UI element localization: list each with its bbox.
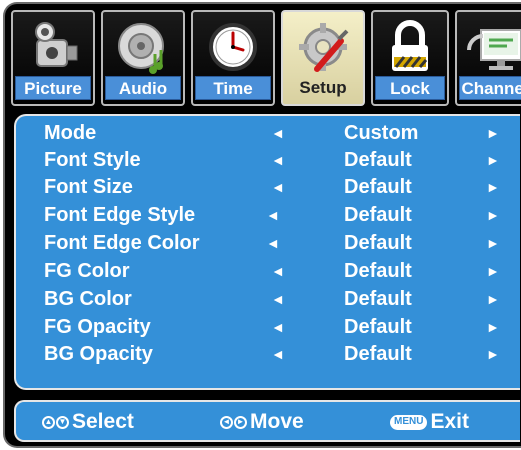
tab-label: Setup bbox=[299, 78, 347, 97]
right-arrow-icon[interactable]: ► bbox=[486, 230, 500, 257]
left-arrow-icon[interactable]: ◄ bbox=[271, 174, 285, 201]
setting-name: BG Opacity bbox=[44, 343, 153, 365]
tab-label: Channel bbox=[459, 76, 521, 100]
tab-lock[interactable]: Lock bbox=[371, 10, 449, 106]
menu-tab-bar: Picture Audio Time Setup Lock Chann bbox=[11, 10, 521, 106]
right-arrow-icon[interactable]: ► bbox=[486, 286, 500, 313]
setting-row-fg-opacity[interactable]: FG Opacity ◄ Default ► bbox=[16, 314, 521, 341]
setting-row-bg-opacity[interactable]: BG Opacity ◄ Default ► bbox=[16, 341, 521, 368]
setting-name: FG Opacity bbox=[44, 316, 151, 338]
right-arrow-icon[interactable]: ► bbox=[486, 258, 500, 285]
tab-label: Audio bbox=[105, 76, 181, 100]
setting-row-fg-color[interactable]: FG Color ◄ Default ► bbox=[16, 258, 521, 285]
help-bar: ▲ ▼ Select ◄ ► Move MENU Exit bbox=[14, 400, 520, 442]
setting-name: Font Style bbox=[44, 149, 141, 171]
help-move-label: Move bbox=[250, 410, 304, 433]
tab-picture[interactable]: Picture bbox=[11, 10, 95, 106]
tab-time[interactable]: Time bbox=[191, 10, 275, 106]
padlock-icon bbox=[380, 18, 440, 76]
right-arrow-icon[interactable]: ► bbox=[486, 341, 500, 368]
tab-label: Picture bbox=[15, 76, 91, 100]
setting-row-bg-color[interactable]: BG Color ◄ Default ► bbox=[16, 286, 521, 313]
left-arrow-icon[interactable]: ◄ bbox=[266, 230, 280, 257]
tools-icon bbox=[293, 18, 353, 76]
up-down-keys-icon: ▲ ▼ bbox=[42, 415, 70, 429]
setting-row-font-style[interactable]: Font Style ◄ Default ► bbox=[16, 147, 521, 174]
speaker-icon bbox=[113, 18, 173, 76]
left-arrow-icon[interactable]: ◄ bbox=[271, 147, 285, 174]
setting-value: Default bbox=[344, 316, 412, 338]
right-arrow-icon[interactable]: ► bbox=[486, 174, 500, 201]
setting-name: BG Color bbox=[44, 288, 132, 310]
right-arrow-icon[interactable]: ► bbox=[486, 120, 500, 147]
setting-name: Font Edge Color bbox=[44, 232, 200, 254]
satellite-monitor-icon bbox=[465, 18, 521, 76]
setting-name: Font Size bbox=[44, 176, 133, 198]
help-exit: MENU Exit bbox=[390, 402, 469, 442]
left-arrow-icon[interactable]: ◄ bbox=[271, 341, 285, 368]
right-arrow-icon[interactable]: ► bbox=[486, 147, 500, 174]
setting-value: Custom bbox=[344, 122, 419, 144]
setting-row-mode[interactable]: Mode ◄ Custom ► bbox=[16, 120, 521, 147]
setting-name: Font Edge Style bbox=[44, 204, 196, 226]
left-arrow-icon[interactable]: ◄ bbox=[271, 258, 285, 285]
setting-value: Default bbox=[344, 149, 412, 171]
setting-name: Mode bbox=[44, 122, 97, 144]
tab-setup[interactable]: Setup bbox=[281, 10, 365, 106]
left-arrow-icon[interactable]: ◄ bbox=[271, 120, 285, 147]
setting-row-font-edge-style[interactable]: Font Edge Style ◄ Default ► bbox=[16, 202, 521, 229]
setting-name: FG Color bbox=[44, 260, 130, 282]
setting-value: Default bbox=[344, 288, 412, 310]
closed-caption-settings-panel: Mode ◄ Custom ► Font Style ◄ Default ► F… bbox=[14, 114, 520, 390]
setting-value: Default bbox=[344, 343, 412, 365]
tab-label: Lock bbox=[375, 76, 445, 100]
help-move: ◄ ► Move bbox=[220, 402, 304, 442]
osd-menu-frame: Picture Audio Time Setup Lock Chann Mode… bbox=[3, 2, 521, 448]
left-arrow-icon[interactable]: ◄ bbox=[271, 314, 285, 341]
setting-value: Default bbox=[344, 204, 412, 226]
setting-value: Default bbox=[344, 176, 412, 198]
right-arrow-icon[interactable]: ► bbox=[486, 202, 500, 229]
help-select: ▲ ▼ Select bbox=[42, 402, 134, 442]
left-arrow-icon[interactable]: ◄ bbox=[271, 286, 285, 313]
help-exit-label: Exit bbox=[430, 410, 469, 433]
tab-channel[interactable]: Channel bbox=[455, 10, 521, 106]
left-arrow-icon[interactable]: ◄ bbox=[266, 202, 280, 229]
tab-label: Time bbox=[195, 76, 271, 100]
setting-row-font-size[interactable]: Font Size ◄ Default ► bbox=[16, 174, 521, 201]
setting-row-font-edge-color[interactable]: Font Edge Color ◄ Default ► bbox=[16, 230, 521, 257]
setting-value: Default bbox=[344, 232, 412, 254]
setting-value: Default bbox=[344, 260, 412, 282]
help-select-label: Select bbox=[72, 410, 134, 433]
right-arrow-icon[interactable]: ► bbox=[486, 314, 500, 341]
tab-audio[interactable]: Audio bbox=[101, 10, 185, 106]
camcorder-icon bbox=[23, 18, 83, 76]
clock-icon bbox=[203, 18, 263, 76]
menu-key-icon: MENU bbox=[390, 414, 428, 430]
left-right-keys-icon: ◄ ► bbox=[220, 415, 248, 429]
